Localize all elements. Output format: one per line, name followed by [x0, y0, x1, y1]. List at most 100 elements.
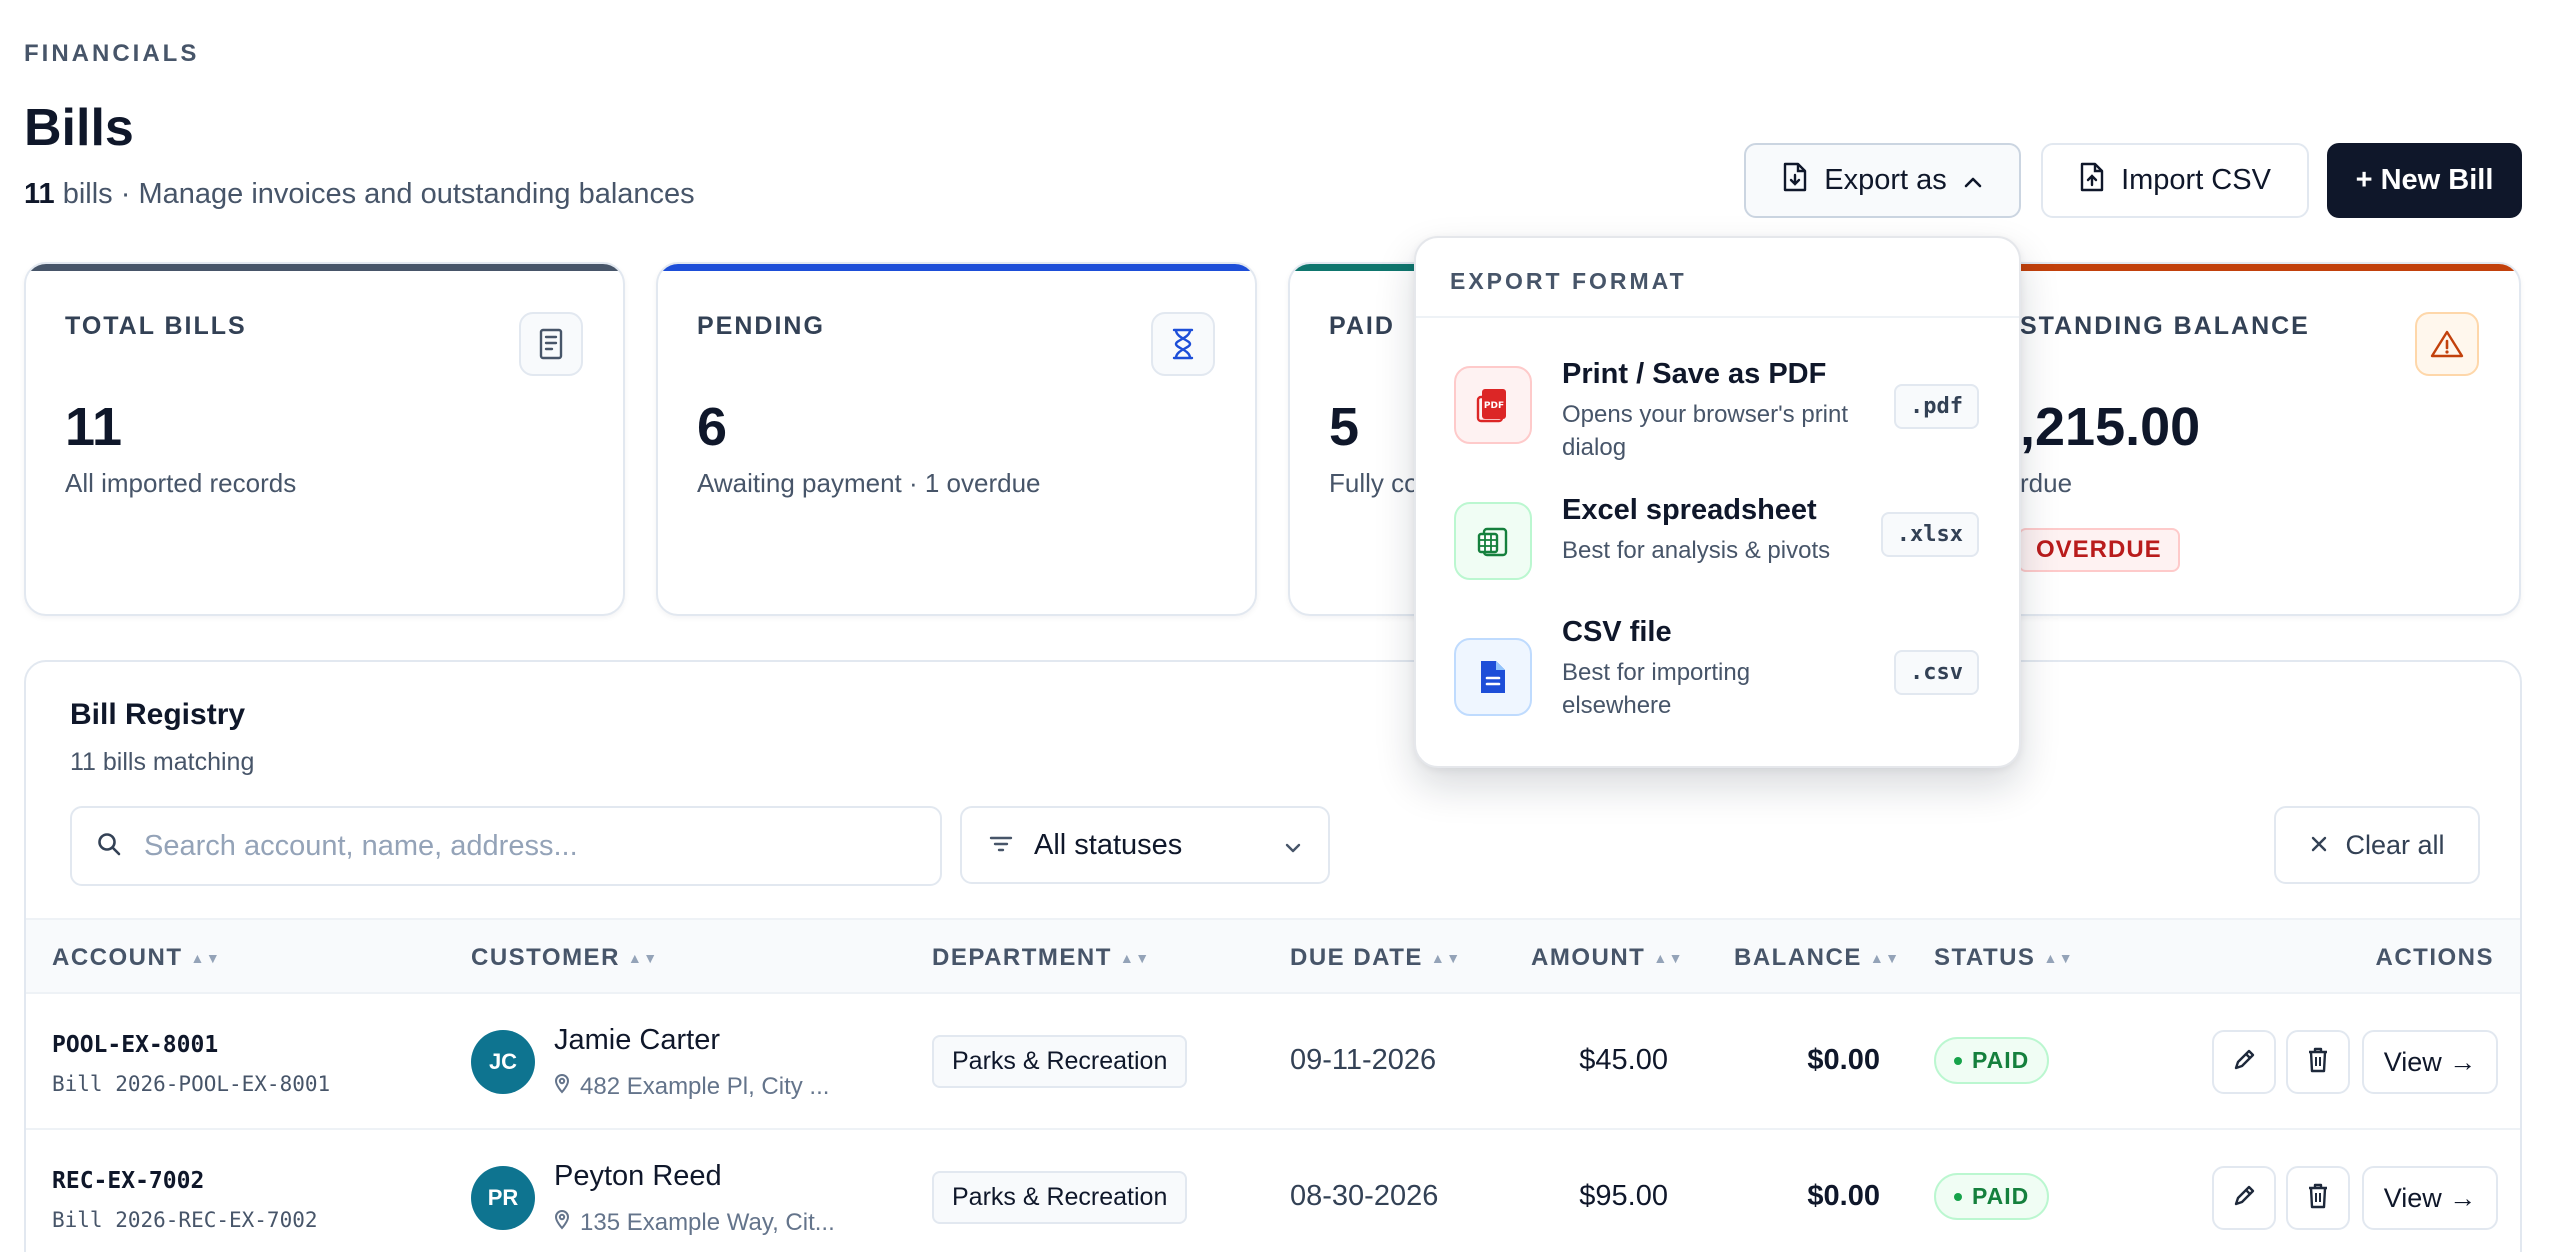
subtitle-text: bills · Manage invoices and outstanding …: [54, 178, 695, 210]
table-row[interactable]: POOL-EX-8001 Bill 2026-POOL-EX-8001 JC J…: [26, 994, 2520, 1130]
spreadsheet-icon: [1454, 502, 1532, 580]
card-label: TOTAL BILLS: [65, 312, 247, 340]
file-export-icon: [1782, 162, 1808, 200]
card-subtext: rdue: [2020, 468, 2073, 498]
table-row[interactable]: REC-EX-7002 Bill 2026-REC-EX-7002 PR Pey…: [26, 1130, 2520, 1252]
warning-icon: [2415, 312, 2479, 376]
status-filter-select[interactable]: All statuses: [960, 806, 1330, 884]
column-header-due-date[interactable]: DUE DATE ▲▼: [1290, 944, 1462, 972]
overdue-badge: OVERDUE: [2018, 528, 2180, 572]
export-button-label: Export as: [1824, 164, 1947, 196]
card-label: PENDING: [697, 312, 825, 340]
sort-icon: ▲▼: [1119, 950, 1151, 966]
column-header-balance[interactable]: BALANCE ▲▼: [1734, 944, 1901, 972]
chevron-up-icon: [1963, 164, 1983, 197]
trash-icon: [2306, 1046, 2330, 1079]
export-option-excel[interactable]: Excel spreadsheet Best for analysis & pi…: [1416, 488, 2019, 598]
bill-number: Bill 2026-POOL-EX-8001: [52, 1072, 331, 1096]
export-option-csv[interactable]: CSV file Best for importing elsewhere .c…: [1416, 610, 2019, 750]
document-icon: [1454, 638, 1532, 716]
option-description: Opens your browser's print dialog: [1562, 401, 1849, 461]
balance: $0.00: [1807, 1180, 1880, 1212]
sort-icon: ▲▼: [2043, 950, 2075, 966]
card-accent-bar: [26, 264, 623, 271]
card-subtext: Awaiting payment · 1 overdue: [697, 468, 1041, 498]
edit-button[interactable]: [2212, 1030, 2276, 1094]
table-header: ACCOUNT ▲▼ CUSTOMER ▲▼ DEPARTMENT ▲▼ DUE DA…: [26, 918, 2520, 994]
customer-address: 482 Example Pl, City ...: [554, 1072, 829, 1101]
avatar: JC: [471, 1030, 535, 1094]
bill-count: 11: [24, 178, 55, 210]
card-value: 6: [697, 397, 728, 457]
sort-icon: ▲▼: [1653, 950, 1685, 966]
column-header-amount[interactable]: AMOUNT ▲▼: [1531, 944, 1684, 972]
stat-card-pending: PENDING 6 Awaiting payment · 1 overdue: [656, 262, 1257, 616]
column-header-account[interactable]: ACCOUNT ▲▼: [52, 944, 221, 972]
page-title: Bills: [24, 99, 134, 157]
page-subtitle: 11 bills · Manage invoices and outstandi…: [24, 178, 695, 211]
option-title: CSV file: [1562, 616, 1672, 648]
edit-button[interactable]: [2212, 1166, 2276, 1230]
card-subtext: All imported records: [65, 468, 297, 498]
column-header-actions: ACTIONS: [2375, 944, 2494, 971]
export-menu: EXPORT FORMAT PDF Print / Save as PDF Op…: [1414, 236, 2021, 768]
export-button[interactable]: Export as: [1744, 143, 2021, 218]
file-import-icon: [2079, 162, 2105, 200]
avatar: PR: [471, 1166, 535, 1230]
delete-button[interactable]: [2286, 1030, 2350, 1094]
customer-name: Jamie Carter: [554, 1024, 720, 1056]
clear-all-button[interactable]: Clear all: [2274, 806, 2480, 884]
account-id: REC-EX-7002: [52, 1168, 205, 1194]
column-header-status[interactable]: STATUS ▲▼: [1934, 944, 2074, 972]
file-extension-badge: .xlsx: [1880, 512, 1979, 557]
map-pin-icon: [554, 1208, 570, 1237]
address-text: 482 Example Pl, City ...: [580, 1072, 830, 1100]
due-date: 09-11-2026: [1290, 1044, 1437, 1076]
card-label: STANDING BALANCE: [2020, 312, 2310, 340]
divider: [1416, 316, 2019, 318]
sort-icon: ▲▼: [627, 950, 659, 966]
column-header-customer[interactable]: CUSTOMER ▲▼: [471, 944, 659, 972]
option-description: Best for importing elsewhere: [1562, 659, 1751, 719]
department-tag: Parks & Recreation: [932, 1171, 1188, 1224]
sort-icon: ▲▼: [190, 950, 222, 966]
address-text: 135 Example Way, Cit...: [580, 1208, 835, 1236]
search-box[interactable]: [70, 806, 942, 886]
amount: $45.00: [1579, 1044, 1668, 1076]
import-csv-button[interactable]: Import CSV: [2041, 143, 2309, 218]
hourglass-icon: [1151, 312, 1215, 376]
status-text: PAID: [1972, 1183, 2030, 1209]
view-button[interactable]: View →: [2362, 1030, 2498, 1094]
pencil-icon: [2231, 1183, 2257, 1214]
sort-icon: ▲▼: [1869, 950, 1901, 966]
status-dot: [1954, 1056, 1962, 1065]
status-text: PAID: [1972, 1047, 2030, 1073]
status-badge: PAID: [1934, 1037, 2050, 1084]
card-value: 5: [1329, 397, 1360, 457]
option-title: Print / Save as PDF: [1562, 358, 1827, 390]
stat-card-total: TOTAL BILLS 11 All imported records: [24, 262, 625, 616]
card-label: PAID: [1329, 312, 1395, 340]
search-icon: [96, 831, 122, 862]
option-title: Excel spreadsheet: [1562, 494, 1817, 526]
search-input[interactable]: [144, 829, 884, 863]
customer-address: 135 Example Way, Cit...: [554, 1208, 835, 1237]
new-bill-button[interactable]: + New Bill: [2327, 143, 2522, 218]
bill-number: Bill 2026-REC-EX-7002: [52, 1208, 318, 1232]
page-eyebrow: FINANCIALS: [24, 40, 200, 67]
receipt-icon: [519, 312, 583, 376]
file-extension-badge: .pdf: [1894, 384, 1979, 429]
view-button[interactable]: View →: [2362, 1166, 2498, 1230]
export-option-pdf[interactable]: PDF Print / Save as PDF Opens your brows…: [1416, 338, 2019, 478]
column-header-department[interactable]: DEPARTMENT ▲▼: [932, 944, 1151, 972]
filter-icon: [988, 829, 1014, 862]
registry-title: Bill Registry: [70, 698, 246, 731]
option-description: Best for analysis & pivots: [1562, 537, 1831, 564]
status-dot: [1954, 1192, 1962, 1201]
delete-button[interactable]: [2286, 1166, 2350, 1230]
pdf-icon: PDF: [1454, 366, 1532, 444]
card-subtext: Fully co: [1329, 468, 1419, 498]
registry-subtitle: 11 bills matching: [70, 748, 255, 776]
export-menu-heading: EXPORT FORMAT: [1450, 268, 1687, 294]
status-filter-value: All statuses: [1034, 828, 1183, 861]
